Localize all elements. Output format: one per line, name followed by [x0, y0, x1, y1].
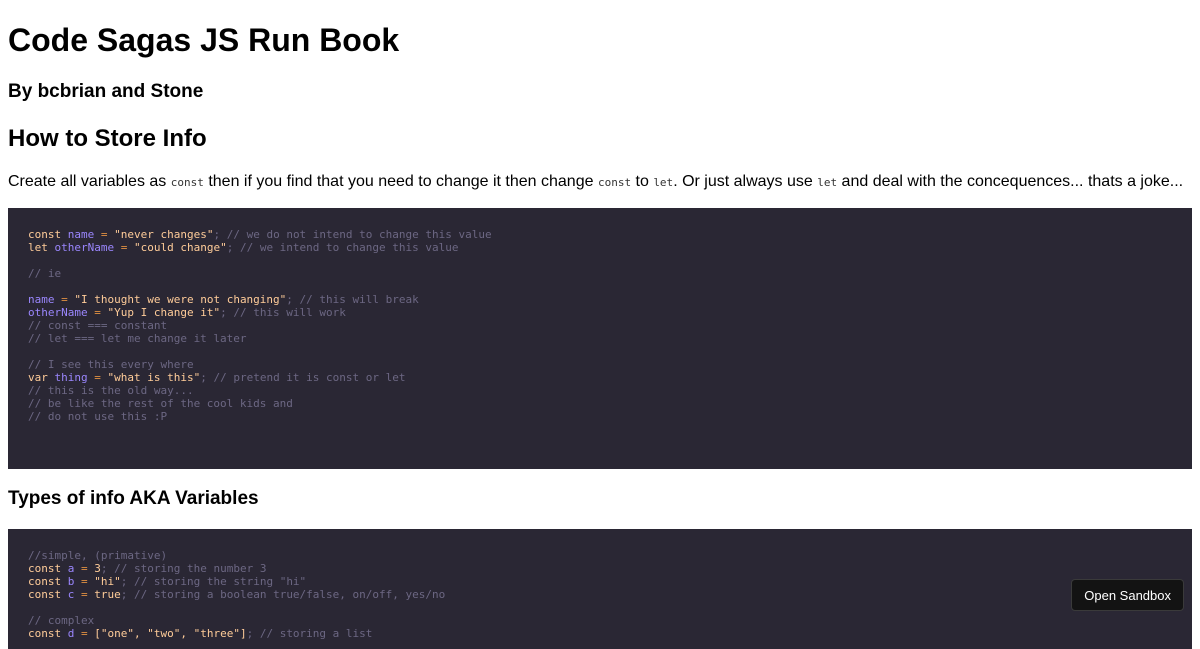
code-token: true: [94, 588, 121, 601]
code-token: // let === let me change it later: [28, 332, 247, 345]
code-token: thing: [54, 371, 95, 384]
code-block-variable-types[interactable]: //simple, (primative) const a = 3; // sto…: [8, 529, 1192, 649]
code-token: // this is the old way...: [28, 384, 194, 397]
intro-paragraph: Create all variables as const then if yo…: [8, 171, 1183, 194]
code-token: =: [81, 588, 95, 601]
code-token: =: [81, 575, 95, 588]
code-token: var: [28, 371, 55, 384]
page-title: Code Sagas JS Run Book: [8, 22, 400, 58]
code-token: const: [28, 575, 68, 588]
inline-code: const: [597, 176, 632, 189]
code-token: c: [67, 588, 81, 601]
code-line: // complex: [28, 614, 1172, 627]
code-token: ; // storing the string "hi": [120, 575, 307, 588]
code-token: 3: [94, 562, 101, 575]
code-token: ; // we do not intend to change this val…: [213, 228, 492, 241]
code-line: let otherName = "could change"; // we in…: [28, 241, 1172, 254]
code-token: name: [67, 228, 101, 241]
code-line: // this is the old way...: [28, 384, 1172, 397]
inline-code: let: [817, 176, 838, 189]
code-line: //simple, (primative): [28, 549, 1172, 562]
code-token: // I see this every where: [28, 358, 194, 371]
code-token: "could change": [133, 241, 227, 254]
paragraph-text: to: [631, 173, 654, 190]
paragraph-text: Create all variables as: [8, 173, 171, 190]
paragraph-text: . Or just always use: [673, 173, 818, 190]
code-token: =: [61, 293, 75, 306]
code-token: ; // storing a boolean true/false, on/of…: [120, 588, 446, 601]
code-line: // let === let me change it later: [28, 332, 1172, 345]
section-heading-variable-types: Types of info AKA Variables: [8, 488, 259, 509]
section-heading-store-info: How to Store Info: [8, 125, 207, 152]
code-token: =: [100, 228, 115, 241]
code-token: d: [67, 627, 81, 640]
code-token: // ie: [28, 267, 62, 280]
code-token: name: [28, 293, 62, 306]
code-token: b: [67, 575, 81, 588]
code-token: "I thought we were not changing": [74, 293, 287, 306]
code-token: =: [94, 371, 108, 384]
code-token: ; // storing a list: [246, 627, 373, 640]
code-line: const b = "hi"; // storing the string "h…: [28, 575, 1172, 588]
code-line: // be like the rest of the cool kids and: [28, 397, 1172, 410]
code-token: const: [28, 562, 68, 575]
code-line: const name = "never changes"; // we do n…: [28, 228, 1172, 241]
paragraph-text: then if you find that you need to change…: [203, 173, 598, 190]
code-line: // I see this every where: [28, 358, 1172, 371]
paragraph-text: and deal with the concequences... thats …: [837, 173, 1184, 190]
code-token: =: [94, 306, 108, 319]
byline: By bcbrian and Stone: [8, 81, 204, 102]
code-token: // const === constant: [28, 319, 168, 332]
code-token: =: [81, 562, 95, 575]
code-token: // complex: [28, 614, 95, 627]
code-line: const a = 3; // storing the number 3: [28, 562, 1172, 575]
code-token: ; // storing the number 3: [100, 562, 267, 575]
code-token: //simple, (primative): [28, 549, 168, 562]
open-sandbox-button[interactable]: Open Sandbox: [1071, 579, 1184, 611]
code-token: a: [67, 562, 81, 575]
code-token: const: [28, 627, 68, 640]
code-line: var thing = "what is this"; // pretend i…: [28, 371, 1172, 384]
code-token: ; // pretend it is const or let: [200, 371, 406, 384]
code-line: const c = true; // storing a boolean tru…: [28, 588, 1172, 601]
code-token: "hi": [94, 575, 121, 588]
code-line: // do not use this :P: [28, 410, 1172, 423]
inline-code: const: [170, 176, 204, 189]
code-token: // be like the rest of the cool kids and: [28, 397, 293, 410]
code-line: const d = ["one", "two", "three"]; // st…: [28, 627, 1172, 640]
code-token: otherName: [28, 306, 95, 319]
code-line: otherName = "Yup I change it"; // this w…: [28, 306, 1172, 319]
code-token: ; // this will work: [220, 306, 346, 319]
code-token: const: [28, 228, 68, 241]
code-token: "never changes": [114, 228, 214, 241]
code-token: "what is this": [107, 371, 201, 384]
code-token: const: [28, 588, 68, 601]
code-line: // const === constant: [28, 319, 1172, 332]
code-token: let: [28, 241, 55, 254]
code-token: ["one", "two", "three"]: [94, 627, 247, 640]
code-token: otherName: [54, 241, 121, 254]
code-token: ; // this will break: [286, 293, 419, 306]
code-token: // do not use this :P: [28, 410, 168, 423]
inline-code: let: [653, 176, 674, 189]
code-token: "Yup I change it": [107, 306, 221, 319]
code-token: =: [81, 627, 95, 640]
code-line: name = "I thought we were not changing";…: [28, 293, 1172, 306]
code-block-store-info[interactable]: const name = "never changes"; // we do n…: [8, 208, 1192, 469]
code-token: ; // we intend to change this value: [226, 241, 459, 254]
code-token: =: [120, 241, 134, 254]
code-line: // ie: [28, 267, 1172, 280]
